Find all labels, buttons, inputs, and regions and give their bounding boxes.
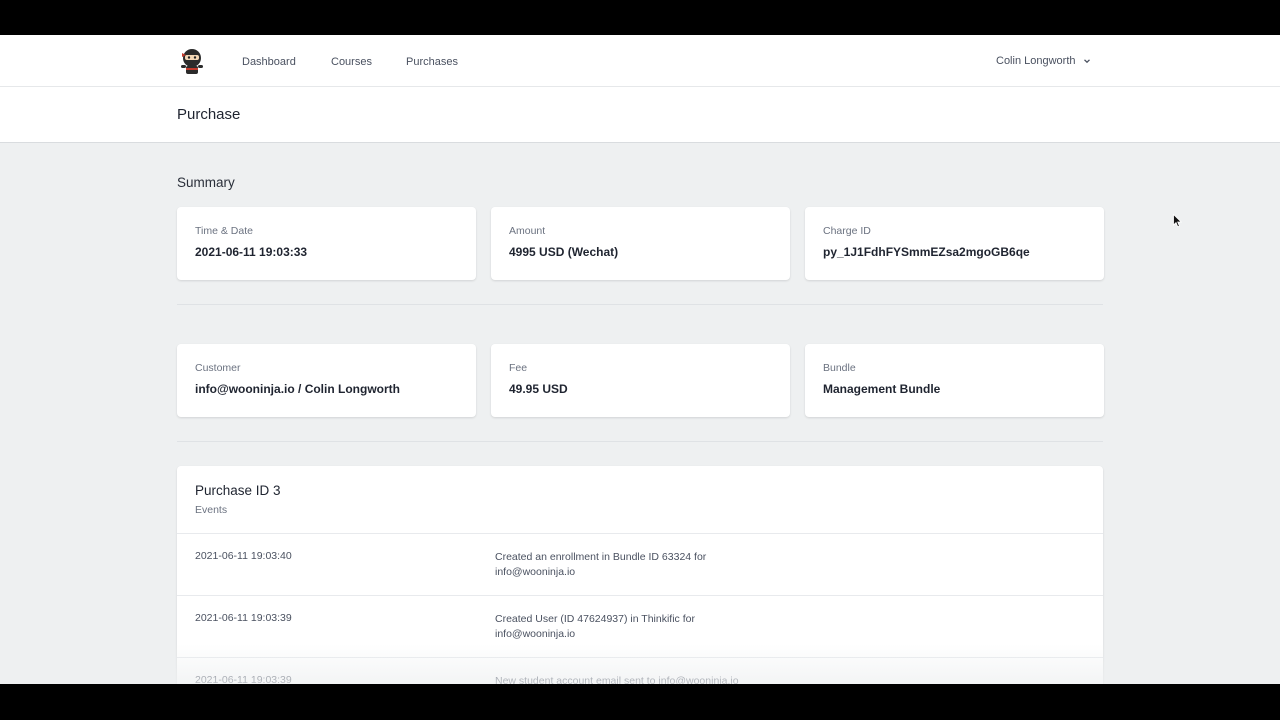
summary-card-customer: Customer info@wooninja.io / Colin Longwo… (177, 344, 476, 417)
event-description: Created User (ID 47624937) in Thinkific … (495, 613, 695, 640)
events-title: Purchase ID 3 (195, 483, 281, 498)
top-navigation: Dashboard Courses Purchases Colin Longwo… (0, 35, 1280, 87)
event-row: 2021-06-11 19:03:40 Created an enrollmen… (177, 533, 1103, 595)
card-label: Fee (509, 362, 528, 374)
event-description: New student account email sent to info@w… (495, 675, 739, 684)
card-value: 49.95 USD (509, 382, 568, 396)
card-value: info@wooninja.io / Colin Longworth (195, 382, 400, 396)
page-title: Purchase (177, 106, 241, 123)
card-value: py_1J1FdhFYSmmEZsa2mgoGB6qe (823, 245, 1030, 259)
ninja-logo-icon[interactable] (177, 47, 207, 77)
events-panel: Purchase ID 3 Events 2021-06-11 19:03:40… (177, 466, 1103, 684)
nav-dashboard-link[interactable]: Dashboard (242, 56, 296, 68)
card-label: Bundle (823, 362, 856, 374)
app-window: Dashboard Courses Purchases Colin Longwo… (0, 35, 1280, 684)
section-divider (177, 441, 1103, 442)
user-name: Colin Longworth (996, 55, 1076, 67)
event-row: 2021-06-11 19:03:39 Created User (ID 476… (177, 595, 1103, 657)
event-time: 2021-06-11 19:03:39 (195, 674, 292, 684)
user-menu[interactable]: Colin Longworth (996, 55, 1092, 67)
card-label: Amount (509, 225, 546, 237)
event-time: 2021-06-11 19:03:40 (195, 550, 292, 562)
event-description: Created an enrollment in Bundle ID 63324… (495, 551, 707, 578)
card-label: Charge ID (823, 225, 871, 237)
summary-card-fee: Fee 49.95 USD (491, 344, 790, 417)
card-value: 4995 USD (Wechat) (509, 245, 619, 259)
mouse-cursor-icon (1173, 214, 1183, 228)
page-header: Purchase (0, 87, 1280, 143)
card-label: Customer (195, 362, 241, 374)
event-time: 2021-06-11 19:03:39 (195, 612, 292, 624)
event-row: 2021-06-11 19:03:39 New student account … (177, 657, 1103, 684)
nav-courses-link[interactable]: Courses (331, 56, 372, 68)
summary-card-bundle: Bundle Management Bundle (805, 344, 1104, 417)
section-divider (177, 304, 1103, 305)
card-label: Time & Date (195, 225, 253, 237)
summary-card-amount: Amount 4995 USD (Wechat) (491, 207, 790, 280)
nav-purchases-link[interactable]: Purchases (406, 56, 458, 68)
chevron-down-icon (1083, 59, 1090, 64)
summary-card-charge-id: Charge ID py_1J1FdhFYSmmEZsa2mgoGB6qe (805, 207, 1104, 280)
summary-title: Summary (177, 175, 235, 190)
summary-card-time: Time & Date 2021-06-11 19:03:33 (177, 207, 476, 280)
events-subtitle: Events (195, 504, 228, 516)
card-value: Management Bundle (823, 382, 941, 396)
card-value: 2021-06-11 19:03:33 (195, 245, 308, 259)
